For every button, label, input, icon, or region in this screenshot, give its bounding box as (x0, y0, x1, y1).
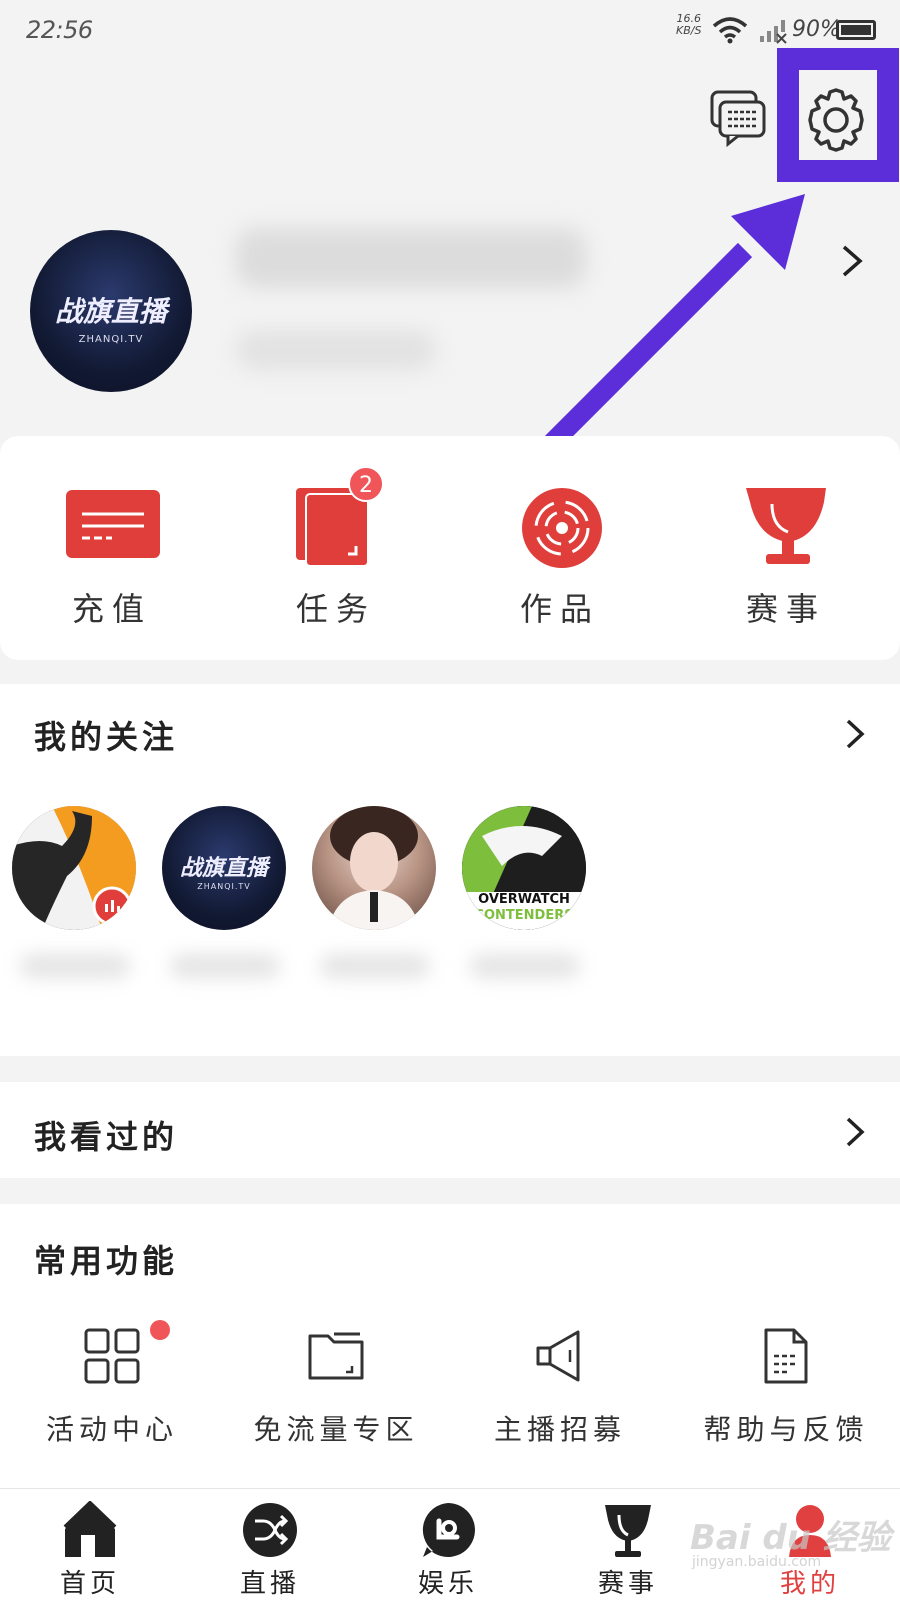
function-activity-center[interactable]: 活动中心 (12, 1320, 212, 1448)
wifi-icon (712, 17, 748, 44)
section-title: 我看过的 (34, 1118, 179, 1156)
chat-bubble-icon (419, 1501, 477, 1559)
avatar-text-line1: OVERWATCH (478, 892, 570, 907)
message-icon[interactable] (708, 88, 768, 148)
followed-avatar[interactable]: 战旗直播 ZHANQI.TV (162, 806, 286, 930)
network-speed: 16.6 KB/S (676, 13, 701, 37)
followed-name-blurred (20, 954, 130, 978)
nav-entertainment[interactable]: 娱乐 (388, 1501, 508, 1600)
folder-icon (306, 1326, 366, 1386)
grid-icon (82, 1320, 170, 1386)
battery-percent: 90% (792, 17, 841, 42)
username-blurred (236, 228, 586, 288)
baidu-watermark: Bai du 经验 (690, 1518, 891, 1558)
status-time: 22:56 (26, 16, 93, 44)
battery-icon (836, 20, 876, 40)
chevron-right-icon[interactable] (844, 1116, 866, 1148)
followed-avatar[interactable] (312, 806, 436, 930)
quick-action-label: 作品 (519, 590, 600, 628)
quick-action-works[interactable]: 作品 (490, 480, 630, 630)
nav-label: 首页 (59, 1569, 120, 1599)
status-bar: 22:56 16.6 KB/S 90% (0, 0, 900, 64)
task-icon: 2 (286, 466, 386, 570)
nav-events[interactable]: 赛事 (568, 1501, 688, 1600)
chevron-right-icon[interactable] (840, 244, 864, 278)
function-label: 主播招募 (493, 1413, 626, 1446)
followed-avatar[interactable]: OVERWATCH CONTENDERS (462, 806, 586, 930)
quick-action-label: 充值 (71, 590, 152, 628)
followed-name-blurred (320, 954, 430, 978)
quick-actions-card: 充值 2 任务 作品 赛事 (0, 436, 900, 660)
section-title: 常用功能 (34, 1242, 179, 1280)
quick-action-label: 任务 (295, 590, 376, 628)
function-label: 活动中心 (45, 1413, 178, 1446)
chevron-right-icon[interactable] (844, 718, 866, 750)
avatar-logo-text: 战旗直播 (54, 295, 167, 328)
function-help-feedback[interactable]: 帮助与反馈 (686, 1326, 886, 1448)
signal-icon (760, 20, 787, 44)
speaker-icon (530, 1326, 590, 1386)
function-label: 帮助与反馈 (703, 1413, 869, 1446)
function-anchor-recruit[interactable]: 主播招募 (460, 1326, 660, 1448)
common-functions-section: 常用功能 活动中心 免流量专区 主播招募 帮助与反馈 (0, 1204, 900, 1504)
history-section[interactable]: 我看过的 (0, 1082, 900, 1178)
baidu-watermark-url: jingyan.baidu.com (692, 1554, 822, 1570)
followed-avatar[interactable] (12, 806, 136, 930)
follow-section: 我的关注 战旗直播 ZHANQI.TV OVERWATCH CONTENDERS (0, 684, 900, 1056)
user-level-blurred (236, 330, 436, 370)
avatar-logo-sub: ZHANQI.TV (197, 882, 251, 891)
gear-icon[interactable] (796, 80, 876, 160)
nav-home[interactable]: 首页 (30, 1500, 150, 1600)
section-title: 我的关注 (34, 718, 179, 756)
trophy-icon (736, 480, 836, 570)
trophy-icon (599, 1501, 657, 1559)
quick-action-task[interactable]: 2 任务 (266, 466, 406, 630)
home-icon (61, 1500, 119, 1559)
function-free-traffic[interactable]: 免流量专区 (236, 1326, 436, 1448)
shuffle-icon (241, 1501, 299, 1559)
card-icon (62, 480, 162, 570)
followed-name-blurred (170, 954, 280, 978)
avatar-text-line2: CONTENDERS (474, 908, 574, 923)
nav-label: 直播 (239, 1569, 300, 1599)
notification-dot (150, 1320, 170, 1340)
function-label: 免流量专区 (253, 1413, 419, 1446)
quick-action-label: 赛事 (745, 590, 826, 628)
quick-action-recharge[interactable]: 充值 (42, 480, 182, 630)
task-badge: 2 (348, 466, 384, 502)
nav-live[interactable]: 直播 (210, 1501, 330, 1600)
user-avatar[interactable]: 战旗直播 ZHANQI.TV (30, 230, 192, 392)
nav-label: 娱乐 (417, 1569, 478, 1599)
disc-icon (510, 480, 610, 570)
network-speed-unit: KB/S (676, 24, 702, 37)
quick-action-events[interactable]: 赛事 (716, 480, 856, 630)
avatar-logo-sub: ZHANQI.TV (78, 334, 144, 345)
nav-label: 赛事 (597, 1569, 658, 1599)
followed-name-blurred (470, 954, 580, 978)
avatar-logo-text: 战旗直播 (179, 856, 268, 881)
document-icon (756, 1326, 816, 1386)
